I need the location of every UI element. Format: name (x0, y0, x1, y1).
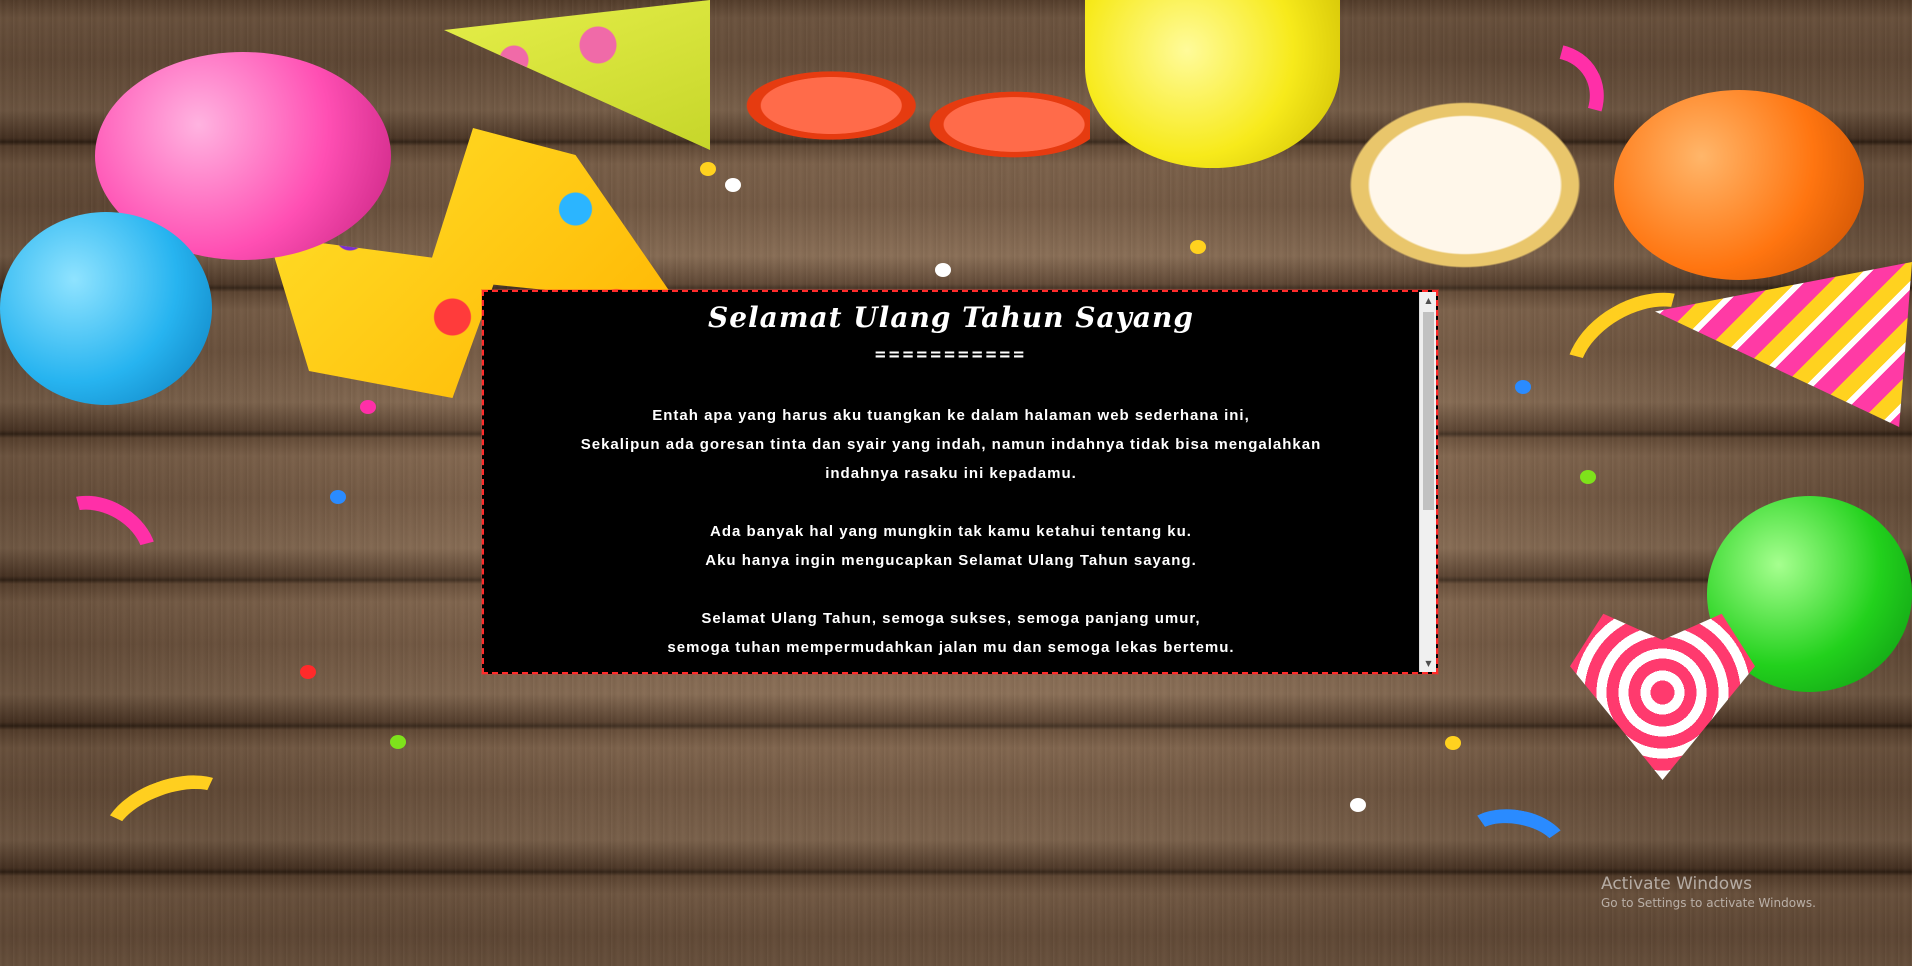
streamer (90, 758, 250, 882)
watermark-title: Activate Windows (1601, 874, 1752, 894)
confetti (1190, 240, 1206, 254)
message-title: Selamat Ulang Tahun Sayang (708, 301, 1194, 334)
message-line: Ada banyak hal yang mungkin tak kamu ket… (710, 523, 1192, 540)
message-paragraph-2: Ada banyak hal yang mungkin tak kamu ket… (484, 517, 1418, 575)
scroll-down-arrow-icon[interactable]: ▼ (1420, 655, 1437, 672)
confetti (935, 263, 951, 277)
yellow-balloon (1085, 0, 1340, 168)
confetti (700, 162, 716, 176)
birthday-message-box[interactable]: Selamat Ulang Tahun Sayang =========== E… (482, 290, 1438, 674)
title-divider: =========== (874, 344, 1028, 365)
message-line: Entah apa yang harus aku tuangkan ke dal… (652, 407, 1250, 424)
confetti (1350, 798, 1366, 812)
message-paragraph-1: Entah apa yang harus aku tuangkan ke dal… (484, 401, 1418, 488)
activate-windows-watermark: Activate Windows Go to Settings to activ… (1601, 874, 1816, 910)
party-hat-top (444, 0, 710, 150)
confetti (360, 400, 376, 414)
scrollbar-thumb[interactable] (1423, 312, 1434, 510)
blue-balloon (0, 212, 212, 405)
confetti (725, 178, 741, 192)
confetti (1580, 470, 1596, 484)
confetti (1515, 380, 1531, 394)
confetti (1445, 736, 1461, 750)
message-paragraph-3: Selamat Ulang Tahun, semoga sukses, semo… (484, 604, 1418, 662)
party-glasses (745, 20, 1090, 210)
message-scroll-area[interactable]: Selamat Ulang Tahun Sayang =========== E… (484, 292, 1418, 672)
confetti (300, 665, 316, 679)
message-line: indahnya rasaku ini kepadamu. (825, 465, 1077, 482)
scroll-up-arrow-icon[interactable]: ▲ (1420, 292, 1437, 309)
message-line: semoga tuhan mempermudahkan jalan mu dan… (667, 639, 1235, 656)
confetti (330, 490, 346, 504)
streamer (25, 476, 175, 614)
vertical-scrollbar[interactable]: ▲ ▼ (1419, 292, 1436, 672)
watermark-subtitle: Go to Settings to activate Windows. (1601, 896, 1816, 910)
heart-lollipop (1570, 613, 1755, 780)
message-line: Selamat Ulang Tahun, semoga sukses, semo… (701, 610, 1201, 627)
orange-balloon (1614, 90, 1864, 280)
message-line: Sekalipun ada goresan tinta dan syair ya… (580, 436, 1322, 453)
message-line: Aku hanya ingin mengucapkan Selamat Ulan… (705, 552, 1197, 569)
streamer (1454, 800, 1576, 890)
confetti (390, 735, 406, 749)
